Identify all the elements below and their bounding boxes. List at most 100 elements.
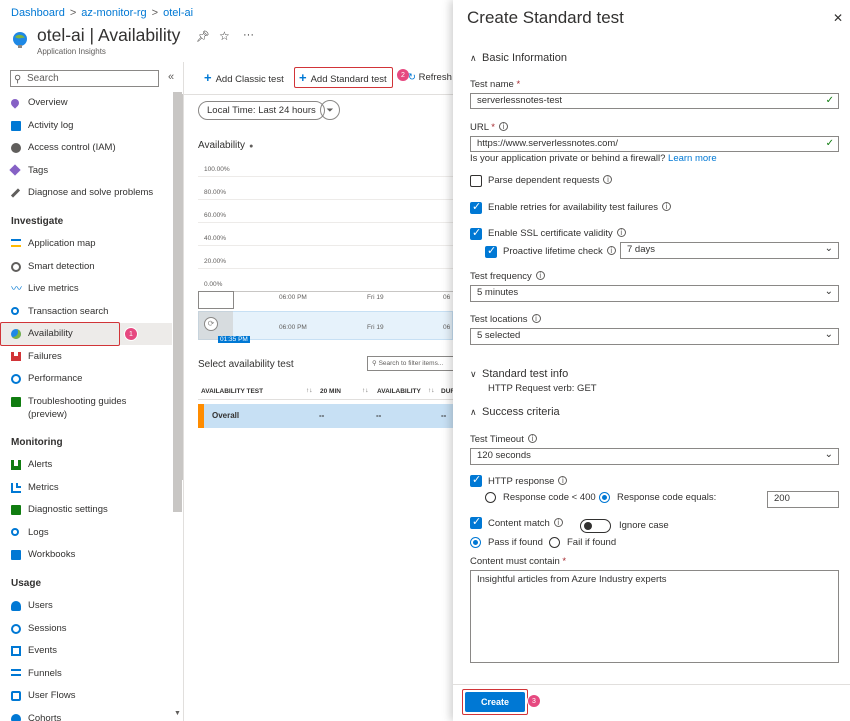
create-standard-test-panel: Create Standard test ✕ ∧ Basic Informatio…: [453, 0, 850, 721]
frequency-select[interactable]: 5 minutes ⌄: [470, 285, 839, 302]
sidebar-item-live-metrics[interactable]: 〰 Live metrics: [0, 278, 172, 300]
sidebar-item-diagnostic-settings[interactable]: Diagnostic settings: [0, 499, 172, 521]
brush-tick: 06:00 PM: [279, 324, 307, 331]
ignore-case-label: Ignore case: [619, 520, 669, 531]
sidebar-item-alerts[interactable]: Alerts: [0, 454, 172, 476]
test-name-label: Test name *: [470, 79, 521, 90]
proactive-days-select[interactable]: 7 days ⌄: [620, 242, 839, 259]
col-availability[interactable]: AVAILABILITY: [377, 388, 421, 395]
learn-more-link[interactable]: Learn more: [668, 153, 717, 164]
add-classic-test-button[interactable]: + Add Classic test: [204, 70, 284, 88]
enable-ssl-checkbox[interactable]: [470, 226, 482, 240]
sidebar-item-sessions[interactable]: Sessions: [0, 618, 172, 640]
proactive-label: Proactive lifetime check i: [503, 246, 616, 257]
collapse-icon[interactable]: «: [168, 71, 174, 83]
sort-icon[interactable]: ↑↓: [428, 387, 435, 394]
sidebar-item-workbooks[interactable]: Workbooks: [0, 544, 172, 566]
content-textarea[interactable]: Insightful articles from Azure Industry …: [470, 570, 839, 663]
breadcrumb-dashboard[interactable]: Dashboard: [11, 7, 65, 19]
sidebar-item-overview[interactable]: Overview: [0, 92, 172, 114]
chevron-down-icon: ⌄: [824, 329, 833, 340]
proactive-checkbox[interactable]: [485, 244, 497, 258]
col-20min[interactable]: 20 MIN: [320, 388, 341, 395]
funnels-icon: [11, 669, 21, 676]
response-code-input[interactable]: 200: [767, 491, 839, 508]
sidebar-item-troubleshooting[interactable]: Troubleshooting guides (preview): [0, 391, 172, 420]
http-response-checkbox[interactable]: [470, 473, 482, 487]
sidebar-item-events[interactable]: Events: [0, 640, 172, 662]
pass-if-found-radio[interactable]: [470, 537, 481, 548]
valid-check-icon: ✓: [825, 95, 834, 106]
add-standard-highlight: [294, 67, 393, 88]
code-equals-radio[interactable]: [599, 492, 610, 503]
breadcrumb-resource[interactable]: otel-ai: [163, 7, 193, 19]
row-duration: --: [441, 411, 447, 420]
sidebar-item-failures[interactable]: Failures: [0, 346, 172, 368]
filter-icon[interactable]: ⏷: [320, 100, 340, 120]
chart-info-icon: ●: [249, 143, 254, 150]
sidebar-item-activity-log[interactable]: Activity log: [0, 115, 172, 137]
activity-log-icon: [11, 121, 21, 131]
app-insights-icon: [11, 31, 29, 49]
page-subtitle: Application Insights: [37, 47, 106, 56]
url-input[interactable]: https://www.serverlessnotes.com/✓: [470, 136, 839, 152]
sidebar-item-transaction-search[interactable]: Transaction search: [0, 301, 172, 323]
enable-ssl-label: Enable SSL certificate validity i: [488, 228, 626, 239]
sidebar-item-iam[interactable]: Access control (IAM): [0, 137, 172, 159]
sidebar-item-performance[interactable]: Performance: [0, 368, 172, 390]
tests-search-input[interactable]: ⚲ Search to filter items...: [367, 356, 457, 371]
main-scrollbar[interactable]: [174, 94, 183, 480]
fail-if-found-radio[interactable]: [549, 537, 560, 548]
section-standard-info[interactable]: ∨ Standard test info: [470, 368, 568, 380]
brush-handle-icon[interactable]: ⟳: [204, 317, 218, 331]
pass-if-found-label: Pass if found: [488, 537, 543, 548]
cohorts-icon: [11, 714, 21, 721]
more-icon[interactable]: ···: [243, 29, 254, 41]
sidebar-item-users[interactable]: Users: [0, 595, 172, 617]
breadcrumb-resource-group[interactable]: az-monitor-rg: [81, 7, 146, 19]
section-success-criteria[interactable]: ∧ Success criteria: [470, 406, 560, 418]
enable-retries-checkbox[interactable]: [470, 200, 482, 214]
sidebar-item-tags[interactable]: Tags: [0, 160, 172, 182]
ignore-case-toggle[interactable]: [580, 519, 611, 533]
close-icon[interactable]: ✕: [833, 11, 843, 25]
parse-dependent-checkbox[interactable]: [470, 175, 482, 187]
chevron-down-icon: ⌄: [824, 286, 833, 297]
sidebar-item-cohorts[interactable]: Cohorts: [0, 708, 172, 721]
sort-icon[interactable]: ↑↓: [306, 387, 313, 394]
test-name-input[interactable]: serverlessnotes-test ✓: [470, 93, 839, 109]
failures-icon: [11, 352, 21, 361]
pin-icon[interactable]: 📌︎: [196, 30, 210, 43]
sidebar-item-user-flows[interactable]: User Flows: [0, 685, 172, 707]
overview-icon: [9, 97, 21, 109]
timeout-label: Test Timeout i: [470, 434, 537, 445]
sort-icon[interactable]: ↑↓: [362, 387, 369, 394]
grid-line: [198, 291, 453, 292]
step-badge-1: 1: [124, 327, 138, 341]
sidebar-search-input[interactable]: ⚲ Search: [10, 70, 159, 87]
sidebar-item-metrics[interactable]: Metrics: [0, 477, 172, 499]
timeout-select[interactable]: 120 seconds ⌄: [470, 448, 839, 465]
iam-icon: [11, 143, 21, 153]
code-lt-400-radio[interactable]: [485, 492, 496, 503]
sidebar-item-application-map[interactable]: Application map: [0, 233, 172, 255]
locations-select[interactable]: 5 selected ⌄: [470, 328, 839, 345]
brush-tick: 06: [443, 324, 451, 331]
time-range-filter[interactable]: Local Time: Last 24 hours: [198, 101, 325, 120]
availability-highlight: [0, 322, 120, 346]
refresh-button[interactable]: ↻ Refresh: [408, 70, 452, 86]
scroll-down-icon[interactable]: ▼: [174, 710, 181, 717]
col-availability-test[interactable]: AVAILABILITY TEST: [201, 388, 263, 395]
section-basic-info[interactable]: ∧ Basic Information: [470, 52, 567, 64]
sidebar-item-diagnose[interactable]: Diagnose and solve problems: [0, 182, 172, 204]
row-name: Overall: [212, 411, 240, 420]
locations-label: Test locations i: [470, 314, 541, 325]
content-match-checkbox[interactable]: [470, 515, 482, 529]
sidebar-item-logs[interactable]: Logs: [0, 522, 172, 544]
star-icon[interactable]: ☆: [219, 29, 230, 43]
sidebar-item-smart-detection[interactable]: Smart detection: [0, 256, 172, 278]
info-icon: i: [616, 228, 626, 237]
table-row[interactable]: Overall -- -- --: [198, 404, 453, 428]
breadcrumb: Dashboard > az-monitor-rg > otel-ai: [11, 7, 194, 19]
sidebar-item-funnels[interactable]: Funnels: [0, 663, 172, 685]
